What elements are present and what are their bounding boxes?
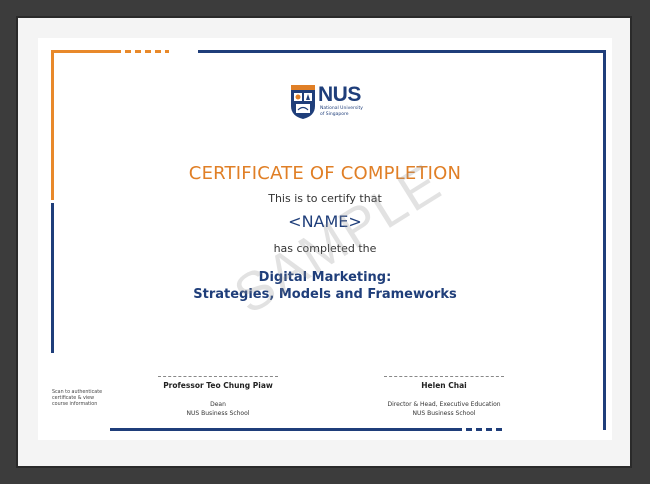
signatory-1: Professor Teo Chung Piaw Dean NUS Busine… <box>148 376 288 418</box>
nus-logo: NUS National University of Singapore <box>290 84 380 120</box>
certificate-paper: NUS National University of Singapore CER… <box>38 38 612 440</box>
certificate-title: CERTIFICATE OF COMPLETION <box>188 163 462 184</box>
border-orange-top <box>51 50 121 53</box>
scan-note: Scan to authenticate certificate & view … <box>52 390 112 408</box>
certify-text: This is to certify that <box>268 192 382 205</box>
signature-line <box>158 376 278 377</box>
border-orange-dash <box>125 50 169 53</box>
border-navy-dash <box>466 428 506 431</box>
signatory-role: Dean <box>210 401 226 408</box>
border-navy-right <box>603 50 606 430</box>
signatory-2: Helen Chai Director & Head, Executive Ed… <box>374 376 514 418</box>
signatory-name: Professor Teo Chung Piaw <box>163 381 273 390</box>
recipient-name: <NAME> <box>288 212 362 231</box>
crest-icon <box>291 85 315 119</box>
course-title-line-2: Strategies, Models and Frameworks <box>193 287 457 302</box>
logo-subtitle: National University of Singapore <box>320 106 376 117</box>
scan-note-line-3: course information <box>52 402 98 407</box>
signatory-org: NUS Business School <box>412 410 476 417</box>
signatory-name: Helen Chai <box>421 381 467 390</box>
logo-text: NUS <box>318 83 361 106</box>
signature-line <box>384 376 504 377</box>
certificate-frame: NUS National University of Singapore CER… <box>18 18 630 466</box>
border-navy-bottom <box>110 428 462 431</box>
course-title: Digital Marketing: Strategies, Models an… <box>38 269 612 303</box>
signatory-org: NUS Business School <box>186 410 250 417</box>
signatory-role: Director & Head, Executive Education <box>387 401 501 408</box>
completed-text: has completed the <box>273 242 377 255</box>
border-navy-top <box>198 50 606 53</box>
course-title-line-1: Digital Marketing: <box>258 270 392 285</box>
logo-subtitle-line-2: of Singapore <box>320 111 349 117</box>
